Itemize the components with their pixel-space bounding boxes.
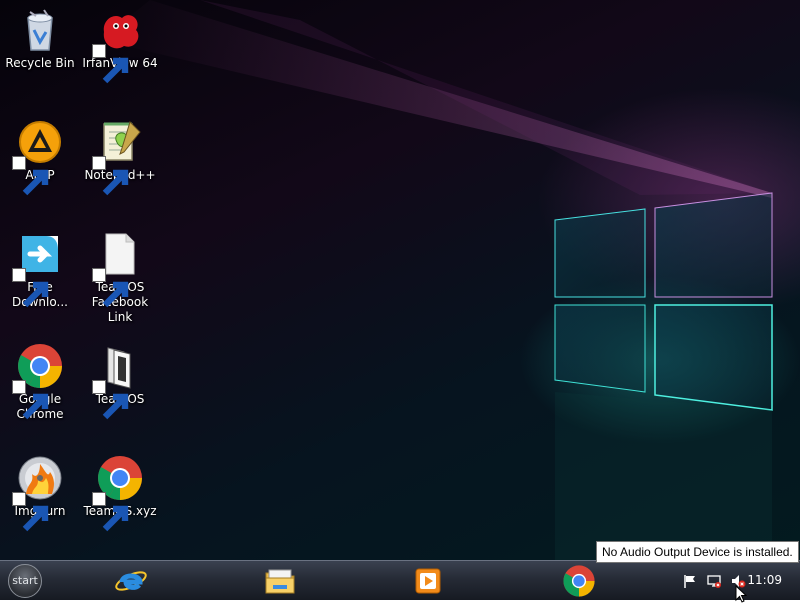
media-player-icon (415, 568, 441, 594)
notepadpp-icon (92, 118, 144, 196)
internet-explorer-icon (115, 571, 147, 591)
desktop-icon-label: Recycle Bin (5, 56, 75, 70)
file-icon (92, 342, 144, 420)
chrome-icon (563, 565, 595, 597)
shortcut-arrow-icon (12, 380, 49, 420)
aimp-icon (12, 118, 64, 196)
desktop-icon-aimp[interactable]: AIMP (2, 112, 78, 212)
desktop-icon-teamos-facebook-link[interactable]: TeamOS Facebook Link (82, 224, 158, 324)
desktop-icon-free-download-manager[interactable]: Free Downlo... (2, 224, 78, 324)
taskbar-app-media-player[interactable] (411, 564, 445, 598)
shortcut-arrow-icon (12, 492, 49, 532)
shortcut-arrow-icon (92, 156, 129, 196)
file-explorer-icon (265, 569, 295, 594)
shortcut-arrow-icon (92, 44, 129, 84)
shortcut-arrow-icon (12, 268, 49, 308)
taskbar-app-internet-explorer[interactable] (114, 564, 148, 598)
chrome-icon (92, 454, 144, 532)
chrome-icon (12, 342, 64, 420)
irfanview-icon (92, 6, 144, 84)
recycle-bin-icon (16, 6, 64, 54)
clock[interactable]: 11:09 (747, 573, 782, 587)
taskbar-app-chrome[interactable] (562, 564, 596, 598)
desktop-icon-recycle-bin[interactable]: Recycle Bin (2, 0, 78, 100)
desktop[interactable]: Recycle Bin IrfanView 64 AIMP Notepad++ … (0, 0, 800, 560)
mouse-cursor-icon (735, 585, 747, 603)
imgburn-icon (12, 454, 64, 532)
shortcut-arrow-icon (92, 492, 129, 532)
desktop-icon-notepadpp[interactable]: Notepad++ (82, 112, 158, 212)
taskbar-app-file-explorer[interactable] (263, 564, 297, 598)
desktop-icon-teamos[interactable]: TeamOS (82, 336, 158, 436)
desktop-icon-imgburn[interactable]: ImgBurn (2, 448, 78, 548)
free-download-manager-icon (12, 230, 64, 308)
desktop-icon-teamos-xyz[interactable]: TeamOS.xyz (82, 448, 158, 548)
blank-document-icon (92, 230, 144, 308)
shortcut-arrow-icon (92, 380, 129, 420)
network-icon[interactable] (706, 573, 722, 589)
start-button[interactable]: start (8, 564, 42, 598)
flag-icon[interactable] (682, 573, 698, 589)
shortcut-arrow-icon (92, 268, 129, 308)
taskbar: start 11:09 (0, 560, 800, 600)
desktop-icon-irfanview[interactable]: IrfanView 64 (82, 0, 158, 100)
shortcut-arrow-icon (12, 156, 49, 196)
desktop-icon-google-chrome[interactable]: Google Chrome (2, 336, 78, 436)
tooltip-no-audio: No Audio Output Device is installed. (596, 541, 799, 563)
